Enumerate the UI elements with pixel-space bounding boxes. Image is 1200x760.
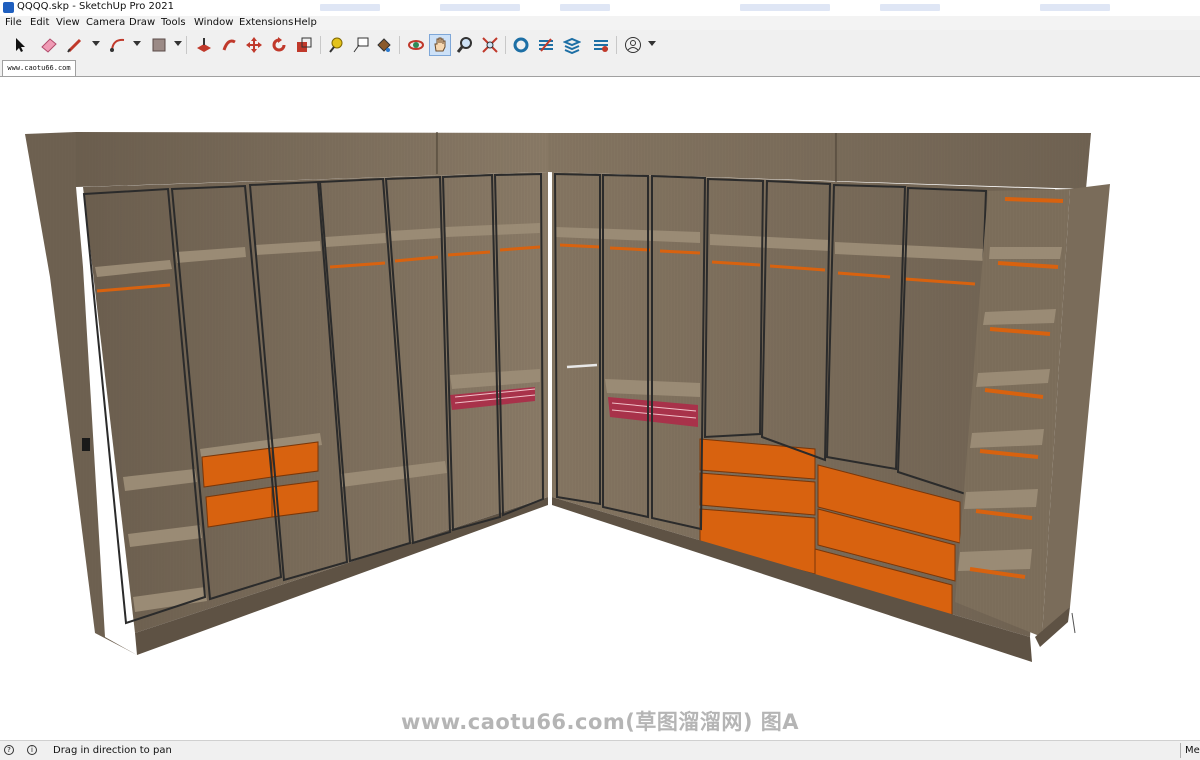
orbit-icon[interactable] [405, 34, 427, 56]
title-bar: QQQQ.skp - SketchUp Pro 2021 [0, 0, 1200, 16]
wardrobe-model-render [25, 132, 1110, 662]
extension-warehouse-icon[interactable] [535, 34, 557, 56]
taskbar-ghost-strip [320, 4, 1200, 12]
arc-dropdown-arrow-icon[interactable] [133, 41, 141, 46]
account-icon[interactable] [622, 34, 644, 56]
rotate-icon[interactable] [268, 34, 290, 56]
measurements-box[interactable]: Me [1180, 743, 1200, 758]
paint-bucket-icon[interactable] [373, 34, 395, 56]
menu-window[interactable]: Window [194, 17, 233, 28]
zoom-extents-icon[interactable] [479, 34, 501, 56]
menu-file[interactable]: File [5, 17, 22, 28]
menu-help[interactable]: Help [294, 17, 317, 28]
eraser-icon[interactable] [38, 34, 60, 56]
status-bar: ? i Drag in direction to pan Me [0, 740, 1200, 760]
select-icon[interactable] [9, 34, 31, 56]
rectangle-shape-icon[interactable] [148, 34, 170, 56]
text-label-icon[interactable] [350, 34, 372, 56]
sketchup-app-icon [3, 2, 14, 13]
move-icon[interactable] [243, 34, 265, 56]
menu-tools[interactable]: Tools [161, 17, 186, 28]
status-message: Drag in direction to pan [53, 745, 172, 756]
menu-view[interactable]: View [56, 17, 80, 28]
extension-manager-icon[interactable] [590, 34, 612, 56]
follow-me-icon[interactable] [218, 34, 240, 56]
large-tool-set-toolbar [0, 30, 1200, 61]
account-dropdown-arrow-icon[interactable] [648, 41, 656, 46]
left-wing-interior [83, 172, 548, 655]
menu-edit[interactable]: Edit [30, 17, 49, 28]
scene-tab-bar: www.caotu66.com [0, 60, 1200, 77]
pan-icon[interactable] [429, 34, 451, 56]
tape-measure-icon[interactable] [325, 34, 347, 56]
window-title: QQQQ.skp - SketchUp Pro 2021 [17, 1, 175, 12]
line-dropdown-arrow-icon[interactable] [92, 41, 100, 46]
help-question-icon[interactable]: ? [4, 745, 14, 755]
push-pull-icon[interactable] [193, 34, 215, 56]
line-pencil-icon[interactable] [64, 34, 86, 56]
menu-camera[interactable]: Camera [86, 17, 125, 28]
shape-dropdown-arrow-icon[interactable] [174, 41, 182, 46]
model-viewport[interactable]: www.caotu66.com(草图溜溜网) 图A [0, 77, 1200, 740]
menu-bar: File Edit View Camera Draw Tools Window … [0, 16, 1200, 30]
warehouse-icon[interactable] [510, 34, 532, 56]
scene-tab[interactable]: www.caotu66.com [2, 60, 76, 76]
scale-icon[interactable] [293, 34, 315, 56]
layout-icon[interactable] [561, 34, 583, 56]
menu-extensions[interactable]: Extensions [239, 17, 293, 28]
info-icon[interactable]: i [27, 745, 37, 755]
watermark-text: www.caotu66.com(草图溜溜网) 图A [400, 710, 800, 734]
zoom-icon[interactable] [454, 34, 476, 56]
arc-icon[interactable] [107, 34, 129, 56]
menu-draw[interactable]: Draw [129, 17, 155, 28]
